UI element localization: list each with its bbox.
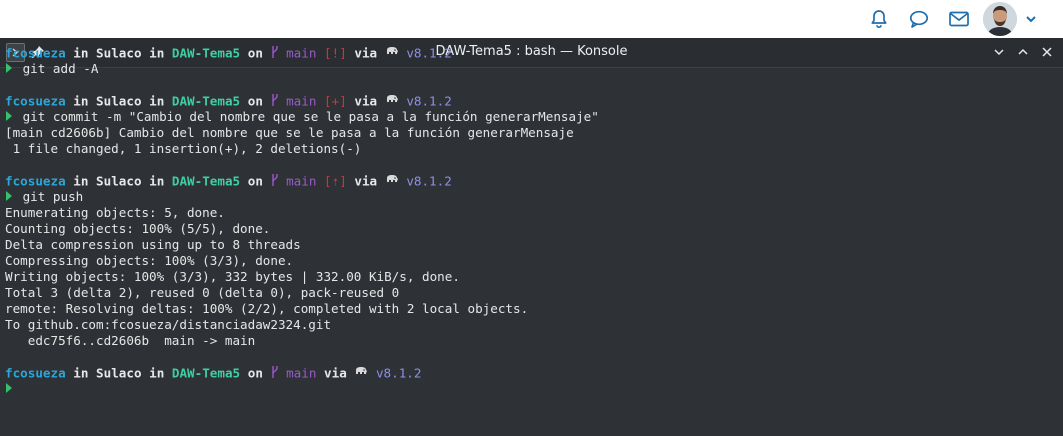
- output-line: Total 3 (delta 2), reused 0 (delta 0), p…: [5, 285, 400, 300]
- prompt-in: in: [73, 45, 89, 61]
- node-version: v8.1.2: [406, 93, 452, 109]
- git-status: [+]: [324, 93, 347, 109]
- git-status: [!]: [324, 45, 347, 61]
- node-version: v8.1.2: [406, 45, 452, 61]
- bell-icon[interactable]: [866, 6, 892, 32]
- command-line[interactable]: git add -A: [5, 61, 1055, 77]
- prompt-chevron-icon: [5, 62, 15, 78]
- prompt-user: fcosueza: [5, 93, 66, 109]
- command-text: git commit -m "Cambio del nombre que se …: [22, 109, 599, 124]
- prompt-on: on: [247, 45, 263, 61]
- prompt-user: fcosueza: [5, 173, 66, 189]
- chevron-down-icon[interactable]: [1023, 11, 1039, 27]
- prompt-via: via: [354, 45, 378, 61]
- output-line: Writing objects: 100% (3/3), 332 bytes |…: [5, 269, 460, 284]
- output-line: [main cd2606b] Cambio del nombre que se …: [5, 125, 574, 140]
- prompt-host: Sulaco: [96, 365, 142, 381]
- git-branch-icon: [271, 365, 279, 383]
- prompt-line: fcosueza in Sulaco in DAW-Tema5 on main …: [5, 45, 1055, 61]
- prompt-directory: DAW-Tema5: [171, 93, 241, 109]
- output-line: remote: Resolving deltas: 100% (2/2), co…: [5, 301, 529, 316]
- command-line[interactable]: git commit -m "Cambio del nombre que se …: [5, 109, 1055, 125]
- prompt-line: fcosueza in Sulaco in DAW-Tema5 on main …: [5, 173, 1055, 189]
- git-branch-icon: [271, 173, 279, 191]
- output-line: edc75f6..cd2606b main -> main: [5, 333, 256, 348]
- prompt-on: on: [247, 173, 263, 189]
- prompt-directory: DAW-Tema5: [171, 365, 241, 381]
- prompt-in: in: [149, 45, 165, 61]
- mail-icon[interactable]: [946, 6, 972, 32]
- prompt-host: Sulaco: [96, 173, 142, 189]
- elephant-icon: [385, 174, 399, 190]
- output-line: 1 file changed, 1 insertion(+), 2 deleti…: [5, 141, 362, 156]
- prompt-via: via: [354, 173, 378, 189]
- prompt-user: fcosueza: [5, 45, 66, 61]
- git-branch-icon: [271, 45, 279, 63]
- prompt-line: fcosueza in Sulaco in DAW-Tema5 on main …: [5, 93, 1055, 109]
- chat-icon[interactable]: [906, 6, 932, 32]
- prompt-in: in: [149, 365, 165, 381]
- prompt-via: via: [354, 93, 378, 109]
- prompt-branch: main: [286, 45, 317, 61]
- prompt-chevron-icon: [5, 190, 15, 206]
- output-line: Counting objects: 100% (5/5), done.: [5, 221, 271, 236]
- elephant-icon: [385, 46, 399, 62]
- node-version: v8.1.2: [375, 365, 422, 381]
- output-line: Delta compression using up to 8 threads: [5, 237, 301, 252]
- prompt-in: in: [149, 173, 165, 189]
- output-line: Enumerating objects: 5, done.: [5, 205, 225, 220]
- prompt-in: in: [73, 173, 89, 189]
- prompt-user: fcosueza: [5, 365, 66, 381]
- prompt-chevron-icon: [5, 110, 15, 126]
- output-line: To github.com:fcosueza/distanciadaw2324.…: [5, 317, 332, 332]
- command-line[interactable]: git push: [5, 189, 1055, 205]
- prompt-host: Sulaco: [96, 93, 142, 109]
- elephant-icon: [385, 94, 399, 110]
- output-line: Compressing objects: 100% (3/3), done.: [5, 253, 294, 268]
- prompt-branch: main: [286, 93, 317, 109]
- command-text: git push: [22, 189, 84, 204]
- command-line[interactable]: [5, 381, 1055, 397]
- prompt-chevron-icon: [5, 382, 15, 398]
- prompt-in: in: [149, 93, 165, 109]
- git-status: [⇡]: [324, 173, 347, 189]
- top-panel: [0, 0, 1063, 38]
- prompt-branch: main: [286, 173, 317, 189]
- prompt-on: on: [247, 93, 263, 109]
- node-version: v8.1.2: [406, 173, 452, 189]
- prompt-in: in: [73, 365, 89, 381]
- prompt-line: fcosueza in Sulaco in DAW-Tema5 on main …: [5, 365, 1055, 381]
- elephant-icon: [354, 366, 368, 382]
- prompt-in: in: [73, 93, 89, 109]
- terminal-output[interactable]: fcosueza in Sulaco in DAW-Tema5 on main …: [5, 45, 1055, 397]
- prompt-directory: DAW-Tema5: [171, 45, 241, 61]
- prompt-branch: main: [286, 365, 317, 381]
- command-text: git add -A: [22, 61, 99, 76]
- avatar[interactable]: [983, 2, 1017, 36]
- prompt-host: Sulaco: [96, 45, 142, 61]
- prompt-directory: DAW-Tema5: [171, 173, 241, 189]
- prompt-via: via: [324, 365, 347, 381]
- prompt-on: on: [247, 365, 263, 381]
